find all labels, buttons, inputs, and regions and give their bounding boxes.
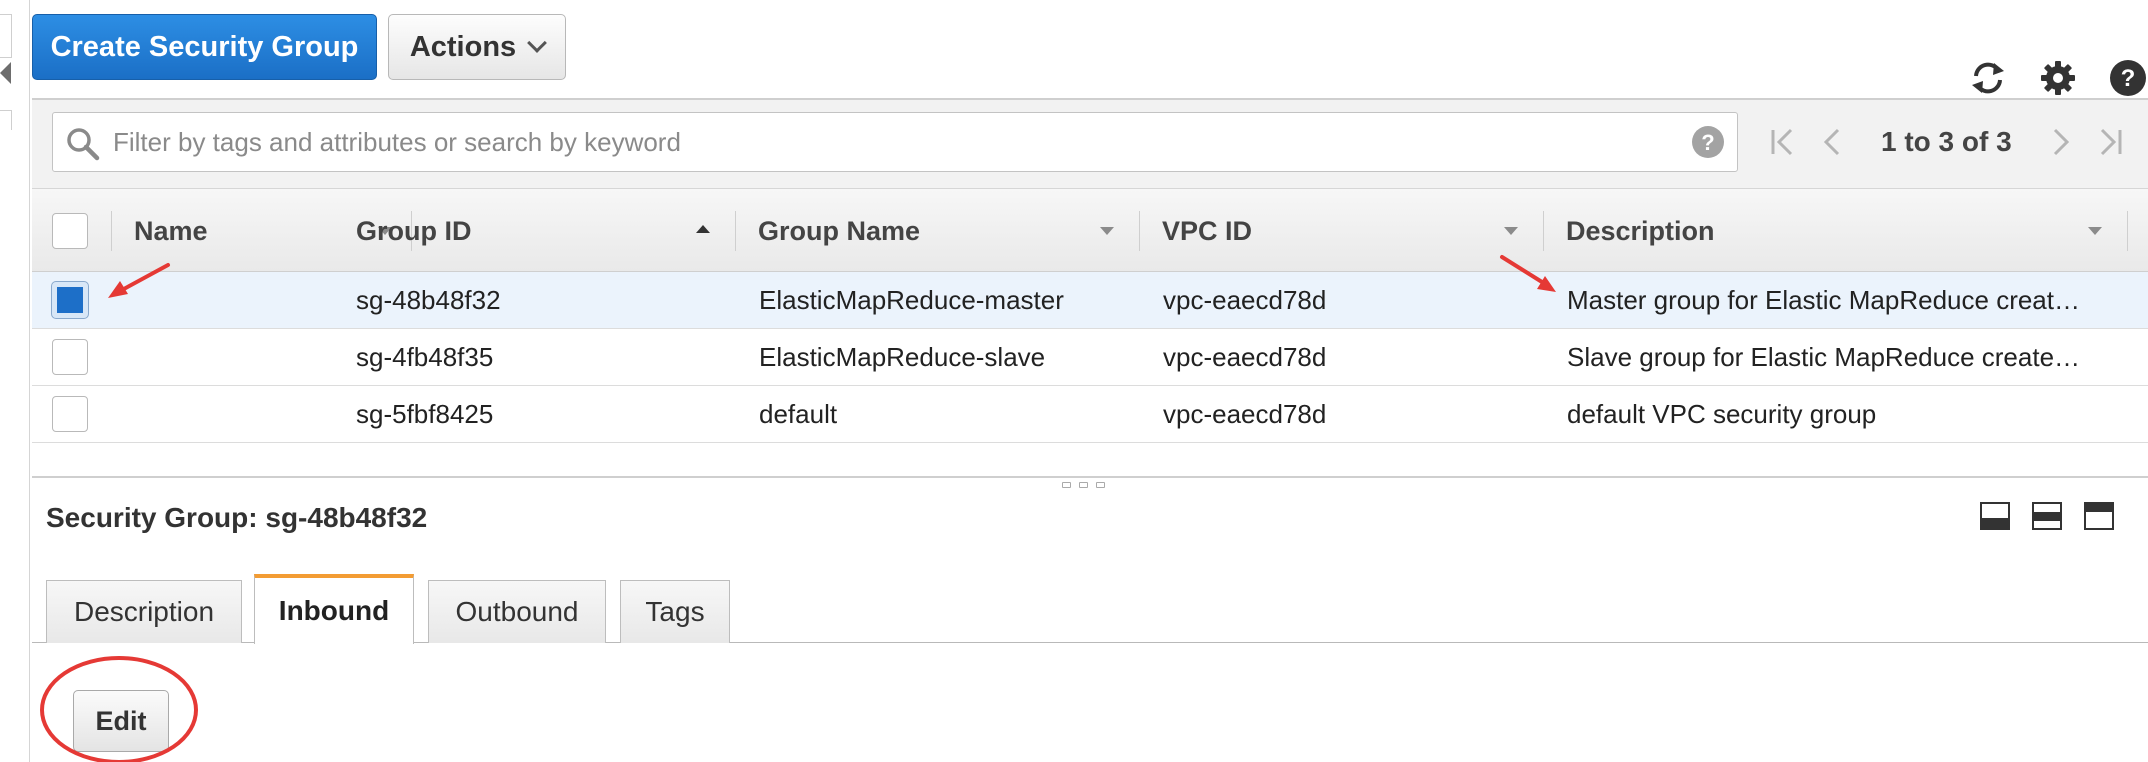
edit-button[interactable]: Edit: [73, 690, 169, 752]
search-input[interactable]: [111, 119, 1651, 165]
cell-group-id: sg-4fb48f35: [356, 342, 494, 372]
header-select-all-cell: [32, 189, 112, 273]
cell-group-id: sg-5fbf8425: [356, 399, 494, 429]
search-icon: [65, 126, 101, 167]
column-header-group-id[interactable]: Group ID: [332, 189, 736, 273]
column-header-vpc-id[interactable]: VPC ID: [1140, 189, 1544, 273]
svg-text:?: ?: [1701, 130, 1714, 155]
prev-page-icon[interactable]: [1817, 124, 1847, 160]
filter-bar: ? 1 to 3 of 3: [32, 100, 2148, 188]
search-help-icon[interactable]: ?: [1691, 125, 1725, 164]
first-page-icon[interactable]: [1767, 124, 1797, 160]
chevron-down-icon: [527, 33, 548, 53]
pane-layout-controls: [1980, 502, 2114, 530]
security-groups-panel: ? 1 to 3 of 3: [32, 98, 2148, 443]
table-row[interactable]: sg-48b48f32 ElasticMapReduce-master vpc-…: [32, 272, 2148, 329]
cell-name: [136, 329, 326, 386]
cell-vpc-id: vpc-eaecd78d: [1163, 285, 1327, 315]
toolbar-icons: ?: [1968, 58, 2148, 98]
nav-tab-lower: [0, 110, 12, 130]
left-nav-gutter: [0, 0, 30, 762]
cell-group-name: ElasticMapReduce-master: [759, 285, 1064, 315]
actions-button[interactable]: Actions: [388, 14, 566, 80]
cell-description: Slave group for Elastic MapReduce create…: [1567, 342, 2081, 372]
column-label: Name: [134, 215, 208, 246]
tab-inbound[interactable]: Inbound: [254, 574, 414, 644]
sort-dropdown-icon: [1504, 227, 1518, 235]
table-row[interactable]: sg-5fbf8425 default vpc-eaecd78d default…: [32, 386, 2148, 443]
actions-label: Actions: [409, 30, 517, 63]
toolbar: Create Security Group Actions ?: [32, 14, 2148, 96]
cell-name: [136, 272, 326, 329]
last-page-icon[interactable]: [2096, 124, 2126, 160]
column-label: Description: [1566, 215, 1715, 246]
pagination: 1 to 3 of 3: [1767, 114, 2126, 170]
create-security-group-button[interactable]: Create Security Group: [32, 14, 377, 80]
gear-icon[interactable]: [2038, 58, 2078, 98]
splitter-grip-icon[interactable]: [1062, 482, 1105, 488]
column-header-group-name[interactable]: Group Name: [736, 189, 1140, 273]
layout-middle-icon[interactable]: [2032, 502, 2062, 530]
svg-text:?: ?: [2121, 65, 2136, 92]
cell-group-id: sg-48b48f32: [356, 285, 501, 315]
panel-splitter[interactable]: [32, 476, 2148, 478]
tab-description[interactable]: Description: [46, 580, 242, 643]
next-page-icon[interactable]: [2046, 124, 2076, 160]
row-checkbox[interactable]: [52, 396, 88, 432]
cell-description: default VPC security group: [1567, 399, 1877, 429]
cell-vpc-id: vpc-eaecd78d: [1163, 399, 1327, 429]
help-icon[interactable]: ?: [2108, 58, 2148, 98]
row-checkbox[interactable]: [52, 339, 88, 375]
table-row[interactable]: sg-4fb48f35 ElasticMapReduce-slave vpc-e…: [32, 329, 2148, 386]
column-label: Group Name: [758, 215, 921, 246]
search-box[interactable]: ?: [52, 112, 1738, 172]
nav-tab: [0, 14, 12, 58]
cell-description: Master group for Elastic MapReduce creat…: [1567, 285, 2080, 315]
detail-title: Security Group: sg-48b48f32: [46, 502, 428, 533]
collapse-nav-icon[interactable]: [0, 62, 11, 84]
sort-ascending-icon: [696, 225, 710, 233]
sort-dropdown-icon: [1100, 227, 1114, 235]
tab-outbound[interactable]: Outbound: [428, 580, 606, 643]
select-all-checkbox[interactable]: [52, 213, 88, 249]
row-checkbox[interactable]: [52, 282, 88, 318]
tab-tags[interactable]: Tags: [620, 580, 730, 643]
pagination-count: 1 to 3 of 3: [1881, 126, 2012, 157]
cell-group-name: default: [759, 399, 838, 429]
column-label: Group ID: [356, 215, 472, 246]
column-header-description[interactable]: Description: [1544, 189, 2128, 273]
column-label: VPC ID: [1162, 215, 1253, 246]
cell-name: [136, 386, 326, 443]
cell-vpc-id: vpc-eaecd78d: [1163, 342, 1327, 372]
layout-bottom-icon[interactable]: [1980, 502, 2010, 530]
cell-group-name: ElasticMapReduce-slave: [759, 342, 1046, 372]
refresh-icon[interactable]: [1968, 58, 2008, 98]
detail-tabs: Description Inbound Outbound Tags: [32, 574, 2148, 644]
sort-dropdown-icon: [2088, 227, 2102, 235]
table-header: Name Group ID Group Name VPC ID Descript: [32, 188, 2148, 272]
layout-top-icon[interactable]: [2084, 502, 2114, 530]
security-groups-table: Name Group ID Group Name VPC ID Descript: [32, 188, 2148, 443]
